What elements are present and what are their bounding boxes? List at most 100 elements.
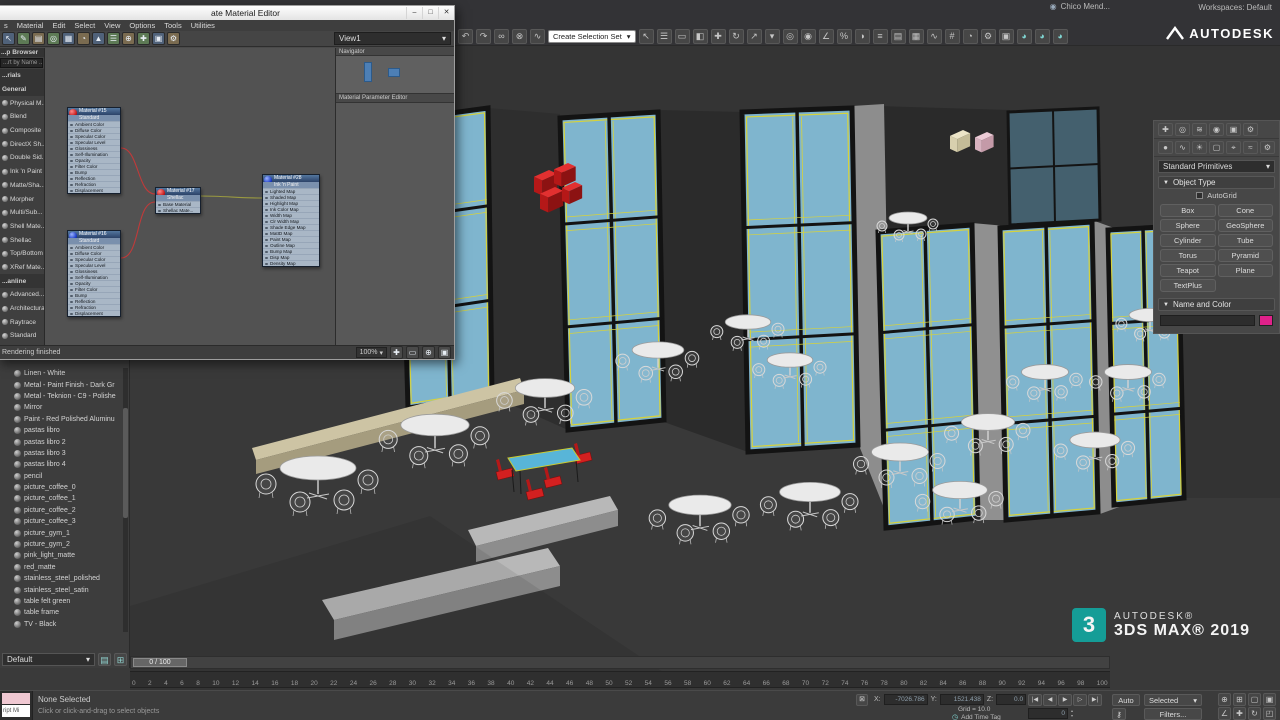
tab-modify-icon[interactable]: ◎ [1175, 123, 1190, 136]
frame-spinner[interactable]: ▴ ▾ [1071, 708, 1073, 718]
tab-hierarchy-icon[interactable]: ≋ [1192, 123, 1207, 136]
menu-item[interactable]: Edit [52, 21, 65, 30]
show-map-in-viewport-icon[interactable]: ▦ [62, 32, 75, 45]
minimize-button[interactable]: – [406, 7, 422, 19]
put-to-library-icon[interactable]: ▤ [32, 32, 45, 45]
material-list-item[interactable]: red_matte [0, 562, 129, 573]
tab-motion-icon[interactable]: ◉ [1209, 123, 1224, 136]
render-iterative-icon[interactable]: ◕ [1034, 28, 1050, 44]
angle-snap-icon[interactable]: ∠ [818, 28, 834, 44]
material-library-icon[interactable]: ▤ [98, 652, 111, 666]
primitive-button[interactable]: Tube [1217, 234, 1273, 247]
browser-item[interactable]: Composite [0, 124, 44, 138]
previous-frame-button[interactable]: ◀ [1043, 694, 1057, 706]
browser-item[interactable]: Raytrace [0, 315, 44, 329]
browser-item[interactable]: Matte/Sha... [0, 179, 44, 193]
workspaces-selector[interactable]: Workspaces: Default [1198, 3, 1272, 12]
browser-item[interactable]: DirectX Sh... [0, 137, 44, 151]
maximize-button[interactable]: □ [422, 7, 438, 19]
navigator-panel-title[interactable]: Navigator [336, 48, 454, 56]
browser-item[interactable]: ...anline [0, 274, 44, 288]
rendered-frame-window-icon[interactable]: ▣ [998, 28, 1014, 44]
parameter-editor-body[interactable] [336, 103, 454, 345]
unlink-selection-icon[interactable]: ⊗ [512, 28, 527, 44]
material-id-channel-icon[interactable]: ◎ [47, 32, 60, 45]
browser-item[interactable]: Morpher [0, 192, 44, 206]
autogrid-checkbox[interactable]: AutoGrid [1154, 189, 1279, 201]
options-icon[interactable]: ⚙ [167, 32, 180, 45]
material-list-item[interactable]: pencil [0, 471, 129, 482]
selected-key-set-dropdown[interactable]: Selected ▾ [1144, 694, 1202, 706]
browser-item[interactable]: Shellac [0, 233, 44, 247]
pan-hand-icon[interactable]: ✚ [390, 346, 403, 359]
browser-item[interactable]: ...rials [0, 69, 44, 83]
object-color-swatch[interactable] [1259, 315, 1273, 326]
primitive-button[interactable]: Box [1160, 204, 1216, 217]
category-lights-icon[interactable]: ☀ [1192, 141, 1207, 154]
go-to-start-button[interactable]: |◀ [1028, 694, 1042, 706]
material-list-item[interactable]: Paint - Red Polished Aluminu [0, 414, 129, 425]
view-selector[interactable]: View1 ▾ [334, 32, 451, 45]
primitive-category-dropdown[interactable]: Standard Primitives ▾ [1158, 160, 1275, 173]
material-editor-icon[interactable]: ◔ [962, 28, 978, 44]
primitive-button[interactable]: TextPlus [1160, 279, 1216, 292]
zoom-extents-all-icon[interactable]: ▣ [1263, 693, 1276, 706]
browser-item[interactable]: General [0, 82, 44, 97]
bind-to-space-warp-icon[interactable]: ∿ [530, 28, 545, 44]
zoom-all-icon[interactable]: ⊞ [1233, 693, 1246, 706]
selection-lock-toggle[interactable]: ⊠ [856, 694, 868, 706]
undo-icon[interactable]: ↶ [458, 28, 473, 44]
menu-item[interactable]: s [4, 21, 8, 30]
go-to-end-button[interactable]: ▶| [1088, 694, 1102, 706]
primitive-button[interactable]: Cylinder [1160, 234, 1216, 247]
align-icon[interactable]: ≡ [872, 28, 888, 44]
material-list-item[interactable]: picture_coffee_2 [0, 505, 129, 516]
percent-snap-icon[interactable]: % [836, 28, 852, 44]
zoom-tool-icon[interactable]: ⊕ [122, 32, 135, 45]
navigator-canvas[interactable] [336, 56, 454, 94]
material-list-item[interactable]: stainless_steel_satin [0, 584, 129, 595]
browser-item[interactable]: Top/Bottom [0, 247, 44, 261]
set-key-button[interactable]: ⚷ [1112, 708, 1126, 720]
primitive-button[interactable]: Cone [1217, 204, 1273, 217]
node-slot[interactable]: Displacement [68, 187, 120, 193]
redo-icon[interactable]: ↷ [476, 28, 491, 44]
material-list-item[interactable]: Metal - Paint Finish - Dark Gr [0, 379, 129, 390]
object-name-field[interactable] [1160, 315, 1255, 326]
key-filters-button[interactable]: Filters... [1144, 708, 1202, 720]
named-selection-set-combo[interactable]: Create Selection Set ▾ [548, 29, 636, 43]
category-helpers-icon[interactable]: ⌖ [1226, 141, 1241, 154]
primitive-button[interactable]: Torus [1160, 249, 1216, 262]
render-production-icon[interactable]: ◕ [1016, 28, 1032, 44]
zoom-region-icon[interactable]: ▭ [406, 346, 419, 359]
tab-utilities-icon[interactable]: ⚙ [1243, 123, 1258, 136]
category-geometry-icon[interactable]: ● [1158, 141, 1173, 154]
macro-recorder-line[interactable] [2, 693, 30, 704]
menu-item[interactable]: Select [74, 21, 95, 30]
select-and-link-icon[interactable]: ∞ [494, 28, 509, 44]
signed-in-user[interactable]: Chico Mend... [1061, 2, 1110, 11]
browser-item[interactable]: Blend [0, 110, 44, 124]
name-color-rollout[interactable]: ▼ Name and Color [1158, 298, 1275, 311]
select-and-move-icon[interactable]: ✚ [710, 28, 726, 44]
go-to-parent-icon[interactable]: ▲ [92, 32, 105, 45]
primitive-button[interactable]: GeoSphere [1217, 219, 1273, 232]
primitive-button[interactable]: Plane [1217, 264, 1273, 277]
zoom-extents-icon[interactable]: ⊕ [422, 346, 435, 359]
scrollbar[interactable] [123, 368, 128, 632]
category-spacewarps-icon[interactable]: ≈ [1243, 141, 1258, 154]
current-frame-field[interactable]: 0 [1028, 708, 1068, 719]
slate-node-view[interactable]: Material #15 Standard Ambient Color Diffu… [45, 48, 335, 345]
time-slider[interactable]: 0 / 100 [130, 656, 1110, 669]
add-time-tag[interactable]: Add Time Tag [961, 714, 1001, 720]
y-coordinate-field[interactable]: 1521.438 [939, 694, 984, 705]
pan-tool-icon[interactable]: ✚ [137, 32, 150, 45]
pick-material-from-object-icon[interactable]: ✎ [17, 32, 30, 45]
select-and-scale-icon[interactable]: ↗ [746, 28, 762, 44]
browser-item[interactable]: Ink 'n Paint [0, 165, 44, 179]
browser-options-icon[interactable]: ⊞ [114, 652, 127, 666]
select-by-name-icon[interactable]: ☰ [656, 28, 672, 44]
material-list-item[interactable]: picture_coffee_0 [0, 482, 129, 493]
render-setup-icon[interactable]: ⚙ [980, 28, 996, 44]
menu-item[interactable]: Material [17, 21, 44, 30]
